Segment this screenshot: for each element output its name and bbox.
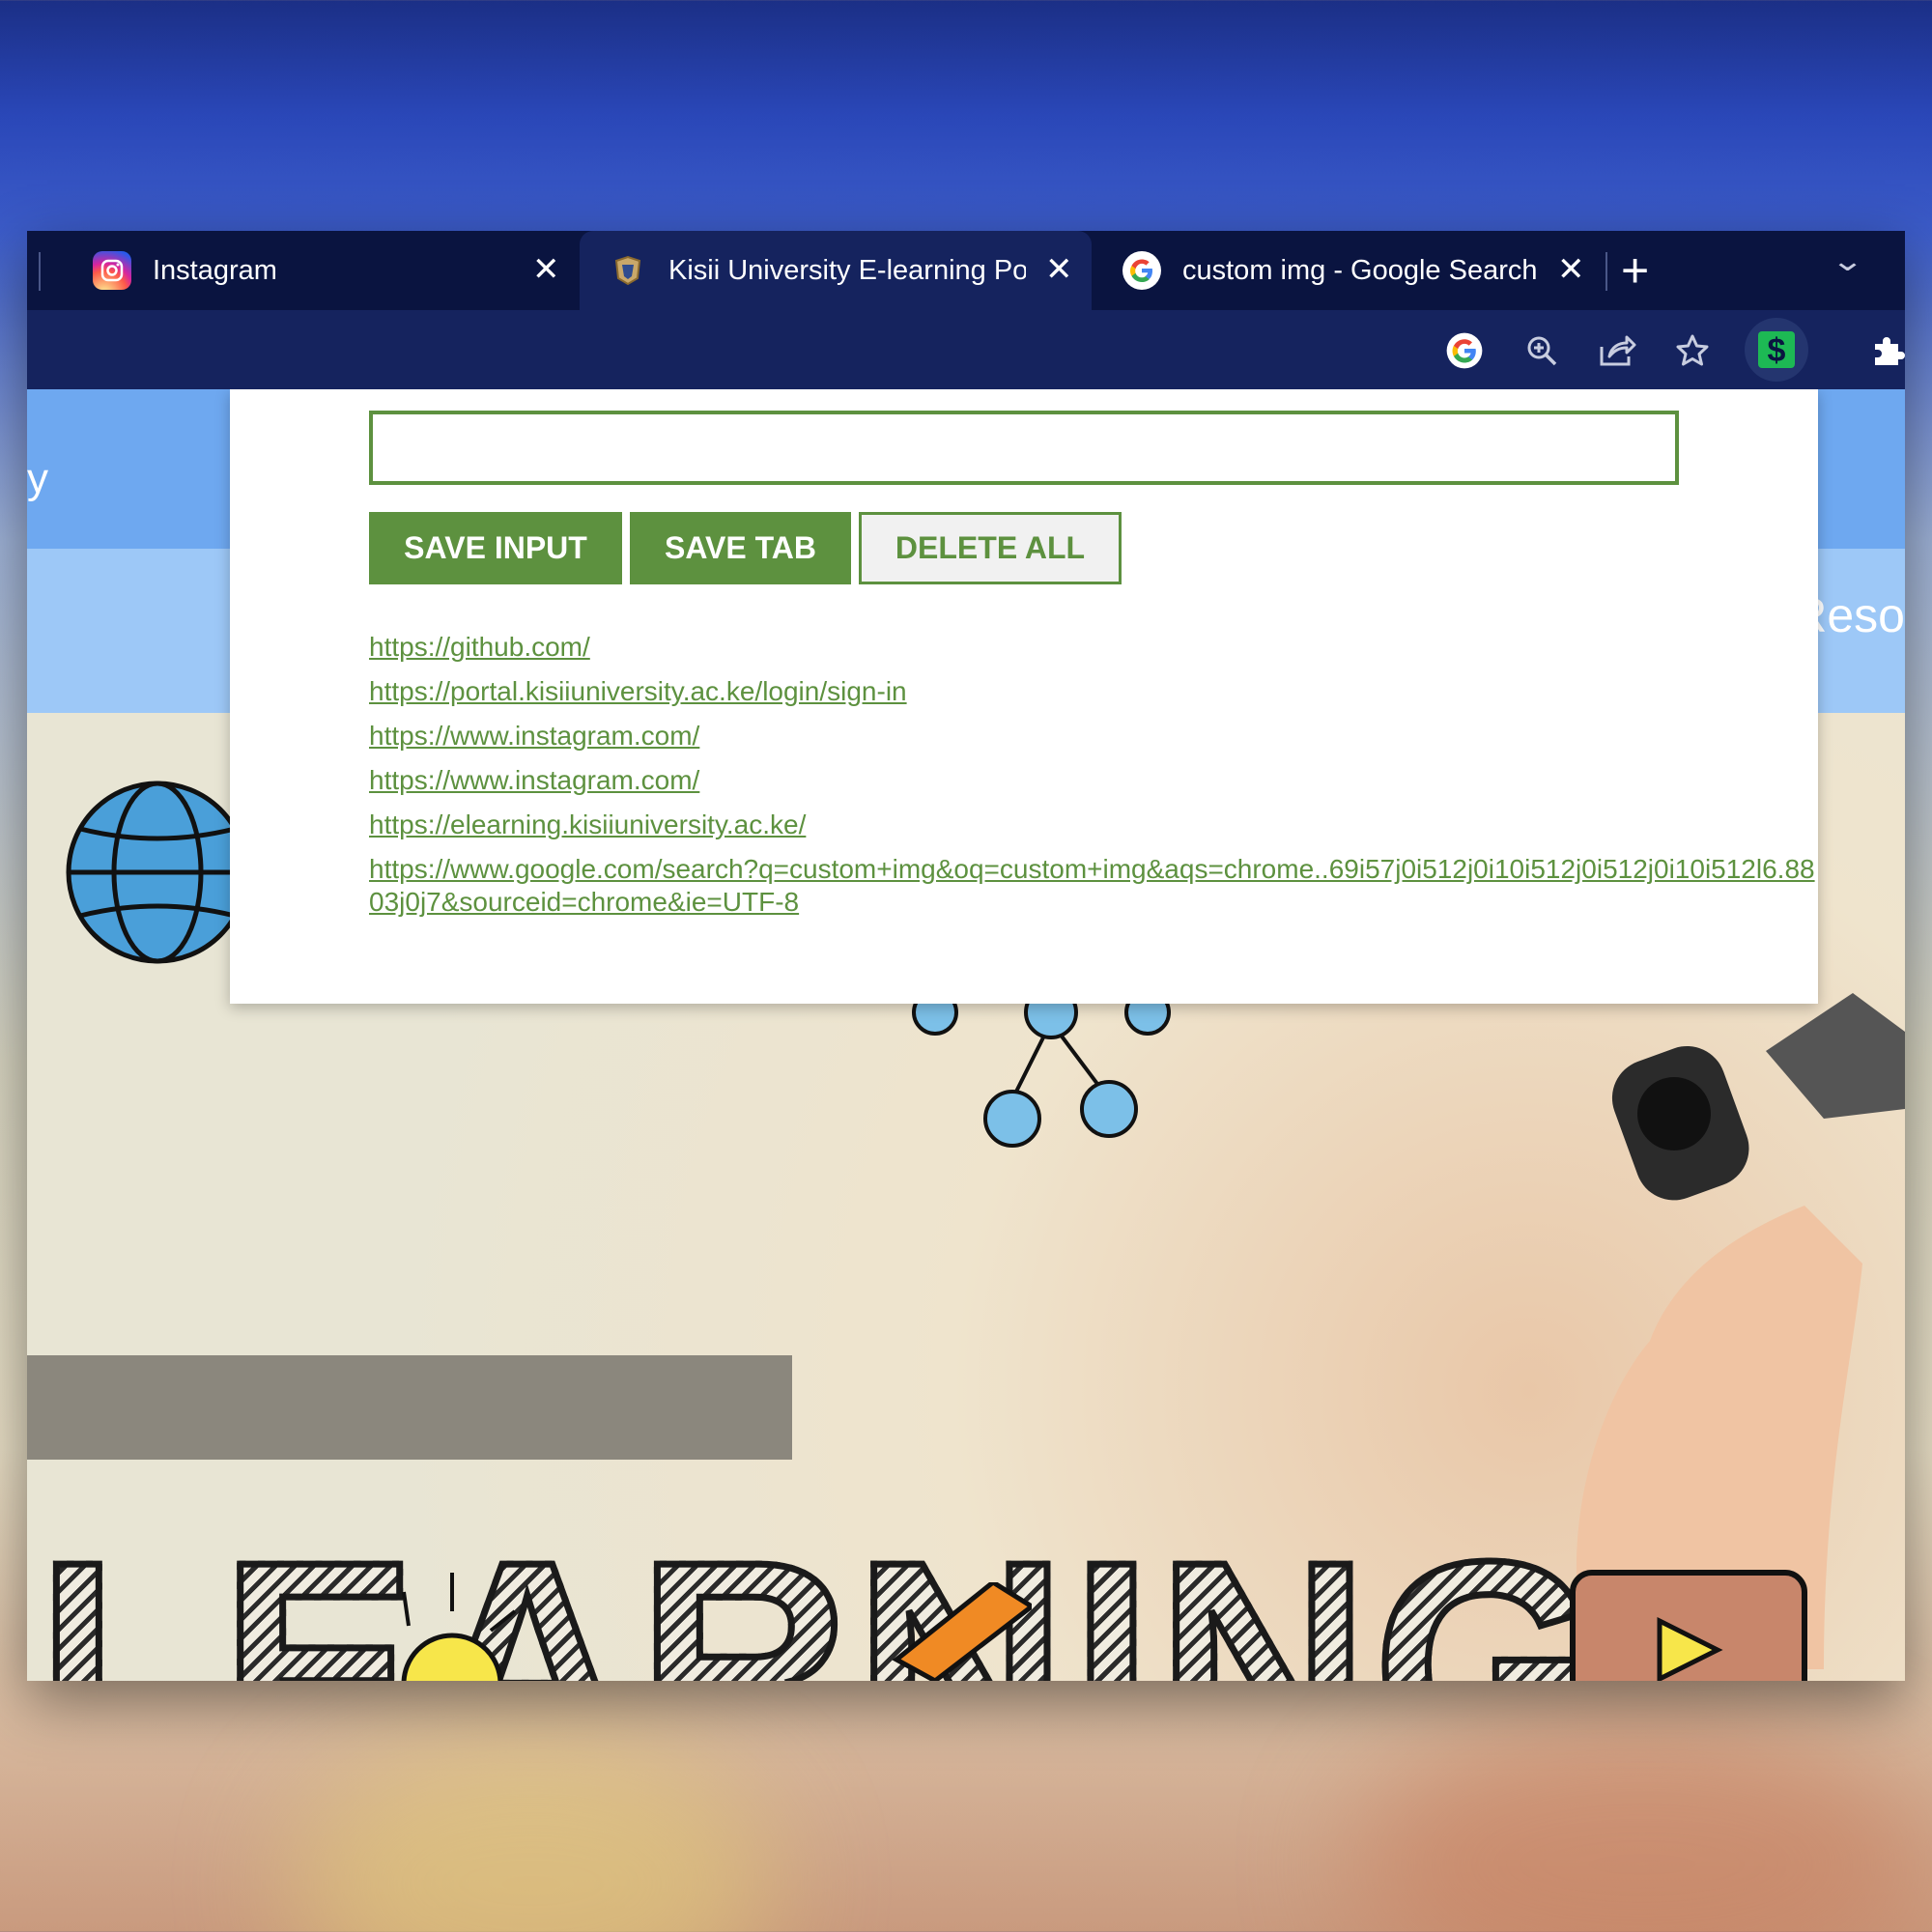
saved-link[interactable]: https://github.com/ (369, 632, 590, 662)
dollar-extension-icon[interactable]: $ (1745, 318, 1808, 382)
webpage-viewport: y Reso LEARNING SAVE INPUT SAVE TAB DELE… (27, 389, 1905, 1681)
lightbulb-illustration-icon (401, 1573, 517, 1681)
tab-title: Kisii University E-learning Por (668, 254, 1026, 286)
list-item: https://portal.kisiiuniversity.ac.ke/log… (369, 675, 1818, 708)
list-item: https://github.com/ (369, 631, 1818, 664)
tab-instagram[interactable]: Instagram ✕ (64, 231, 576, 310)
list-item: https://elearning.kisiiuniversity.ac.ke/ (369, 809, 1818, 841)
close-tab-icon[interactable]: ✕ (532, 250, 560, 289)
saved-links-list: https://github.com/ https://portal.kisii… (369, 631, 1818, 930)
saved-link[interactable]: https://portal.kisiiuniversity.ac.ke/log… (369, 676, 907, 706)
tab-google-search[interactable]: custom img - Google Search ✕ (1095, 231, 1607, 310)
share-icon[interactable] (1596, 329, 1638, 372)
save-tab-button[interactable]: SAVE TAB (630, 512, 851, 584)
saved-link[interactable]: https://elearning.kisiiuniversity.ac.ke/ (369, 810, 806, 839)
list-item: https://www.instagram.com/ (369, 720, 1818, 753)
university-crest-icon (609, 251, 647, 290)
url-input[interactable] (369, 411, 1679, 485)
network-illustration-icon (912, 993, 1171, 1148)
site-title-fragment: y (27, 455, 48, 502)
video-player-illustration-icon (1570, 1570, 1807, 1681)
banner-overlay-bar (27, 1355, 792, 1460)
list-item: https://www.instagram.com/ (369, 764, 1818, 797)
bookmark-star-icon[interactable] (1671, 329, 1714, 372)
delete-all-button[interactable]: DELETE ALL (859, 512, 1122, 584)
tab-separator (39, 252, 41, 291)
tab-kisii-elearning[interactable]: Kisii University E-learning Por ✕ (580, 231, 1092, 310)
browser-toolbar: $ (27, 310, 1905, 389)
google-icon (1122, 251, 1161, 290)
extensions-puzzle-icon[interactable] (1866, 329, 1905, 372)
save-input-button[interactable]: SAVE INPUT (369, 512, 622, 584)
saved-link[interactable]: https://www.google.com/search?q=custom+i… (369, 854, 1815, 917)
tab-title: Instagram (153, 254, 277, 286)
hero-word: LEARNING (34, 1495, 1606, 1682)
browser-window: Instagram ✕ Kisii University E-learning … (27, 231, 1905, 1681)
tab-separator (1605, 252, 1607, 291)
instagram-icon (93, 251, 131, 290)
pencil-illustration-icon (892, 1582, 1032, 1681)
background-blur (290, 1739, 773, 1932)
saved-link[interactable]: https://www.instagram.com/ (369, 721, 699, 751)
zoom-icon[interactable] (1520, 329, 1563, 372)
new-tab-button[interactable]: + (1621, 242, 1649, 298)
list-item: https://www.google.com/search?q=custom+i… (369, 853, 1818, 919)
tab-title: custom img - Google Search (1182, 254, 1538, 286)
svg-text:$: $ (1768, 332, 1786, 369)
close-tab-icon[interactable]: ✕ (1045, 250, 1073, 289)
close-tab-icon[interactable]: ✕ (1557, 250, 1585, 289)
globe-illustration-icon (66, 781, 249, 964)
saved-link[interactable]: https://www.instagram.com/ (369, 765, 699, 795)
google-lens-icon[interactable] (1443, 329, 1486, 372)
tab-search-chevron-icon[interactable]: ⌄ (1831, 244, 1864, 278)
extension-popup: SAVE INPUT SAVE TAB DELETE ALL https://g… (230, 389, 1818, 1004)
tab-strip: Instagram ✕ Kisii University E-learning … (27, 231, 1905, 310)
background-blur (1352, 1719, 1932, 1932)
